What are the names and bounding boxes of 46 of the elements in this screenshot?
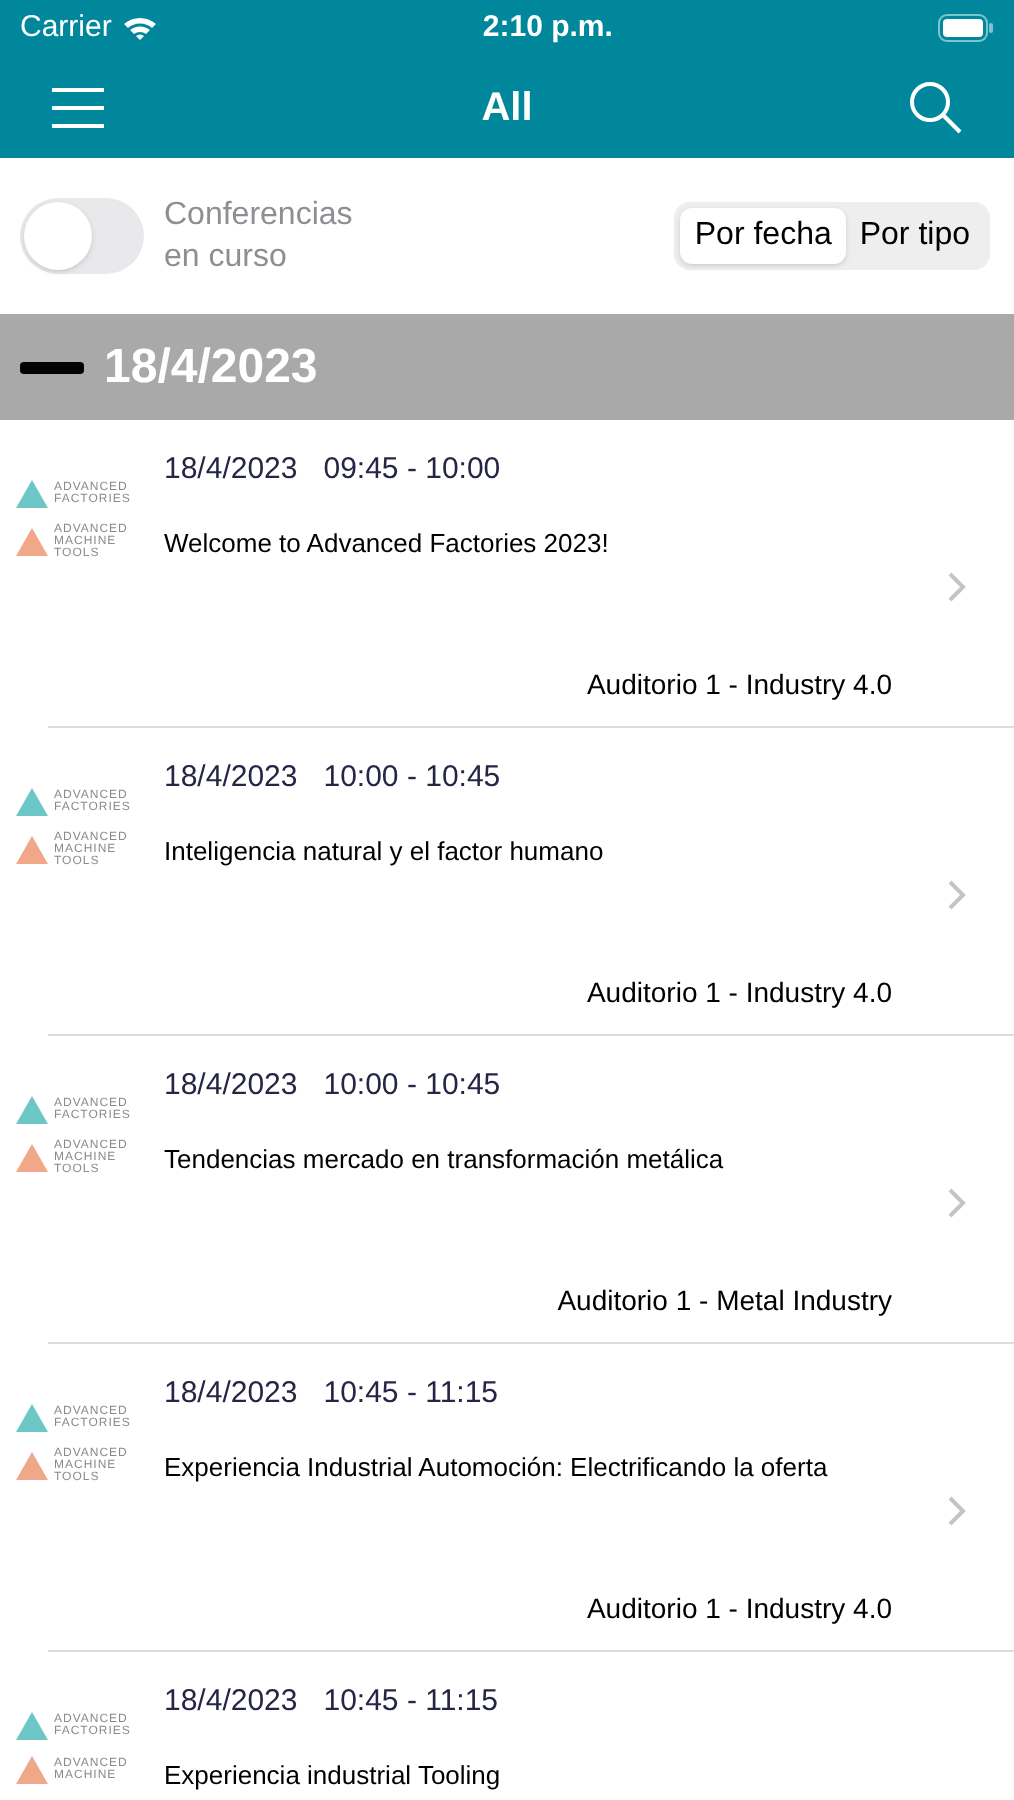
carrier-label: Carrier	[20, 7, 112, 48]
session-title: Experiencia industrial Tooling	[164, 1759, 503, 1791]
session-title: Welcome to Advanced Factories 2023!	[164, 527, 611, 559]
triangle-icon	[16, 1144, 48, 1172]
triangle-icon	[16, 788, 48, 816]
toggle-label: Conferencias en curso	[164, 196, 355, 278]
session-date: 18/4/2023	[164, 758, 298, 798]
session-date: 18/4/2023	[164, 450, 298, 490]
triangle-icon	[16, 1712, 48, 1740]
session-location: Auditorio 1 - Metal Industry	[557, 1282, 892, 1320]
session-title: Inteligencia natural y el factor humano	[164, 835, 606, 867]
session-date: 18/4/2023	[164, 1374, 298, 1414]
screen-title: All	[481, 83, 533, 133]
chevron-right-icon	[948, 1496, 966, 1526]
triangle-icon	[16, 836, 48, 864]
triangle-icon	[16, 1756, 48, 1784]
search-icon[interactable]	[908, 79, 964, 135]
menu-icon[interactable]	[50, 85, 106, 129]
session-location: Auditorio 1 - Industry 4.0	[586, 666, 892, 704]
wifi-icon	[121, 14, 158, 42]
triangle-icon	[16, 1452, 48, 1480]
minus-icon	[20, 361, 84, 373]
segment-tab[interactable]: Por tipo	[845, 208, 984, 264]
session-time: 10:45 - 11:15	[323, 1682, 499, 1722]
triangle-icon	[16, 480, 48, 508]
session-location: Auditorio 1 - Industry 4.0	[586, 1590, 892, 1628]
session-time: 10:45 - 11:15	[323, 1374, 499, 1414]
clock-time: 2:10 p.m.	[482, 7, 613, 48]
session-time: 09:45 - 10:00	[323, 450, 501, 490]
triangle-icon	[16, 1096, 48, 1124]
session-time: 10:00 - 10:45	[323, 1066, 501, 1106]
chevron-right-icon	[948, 880, 966, 910]
session-date: 18/4/2023	[164, 1066, 298, 1106]
section-date: 18/4/2023	[104, 337, 318, 397]
toggle-switch[interactable]	[20, 198, 144, 274]
segment-tab[interactable]: Por fecha	[680, 208, 846, 264]
triangle-icon	[16, 1404, 48, 1432]
battery-icon	[938, 14, 994, 42]
chevron-right-icon	[948, 1188, 966, 1218]
session-title: Tendencias mercado en transformación metálica	[164, 1143, 726, 1175]
session-location: Auditorio 1 - Industry 4.0	[586, 974, 892, 1012]
session-time: 10:00 - 10:45	[323, 758, 501, 798]
session-date: 18/4/2023	[164, 1682, 298, 1722]
session-title: Experiencia Industrial Automoción: Electrificando la oferta	[164, 1451, 830, 1483]
triangle-icon	[16, 528, 48, 556]
chevron-right-icon	[948, 572, 966, 602]
